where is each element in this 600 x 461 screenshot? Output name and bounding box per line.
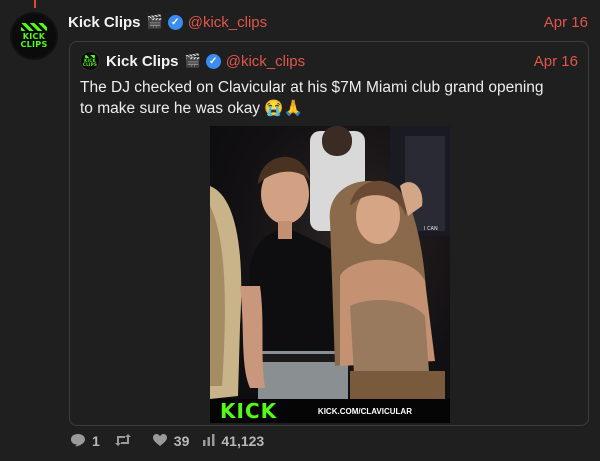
post-header: Kick Clips 🎬 ✓ @kick_clips Apr 16 [68,12,588,32]
quoted-author-handle[interactable]: @kick_clips [226,53,305,70]
like-button[interactable]: 39 [152,433,190,450]
quoted-header: KICK CLIPS Kick Clips 🎬 ✓ @kick_clips Ap… [80,51,578,71]
post-date[interactable]: Apr 16 [544,14,588,31]
reply-count: 1 [92,433,100,449]
repost-icon [114,433,132,450]
clapper-board-icon: 🎬 [184,53,201,68]
bar-chart-icon [203,433,215,449]
video-watermark-bar: KICK KICK.COM/CLAVICULAR [210,399,450,423]
clapper-board-icon: 🎬 [146,14,163,29]
avatar-logo-text: KICK CLIPS [20,32,48,49]
video-scene: I CAN [210,126,450,399]
quoted-date[interactable]: Apr 16 [534,53,578,70]
avatar-logo-text: KICK CLIPS [82,58,98,67]
verified-icon: ✓ [167,14,183,30]
video-thumbnail[interactable]: I CAN KICK KICK.COM/CLAVICULAR [210,126,450,423]
author-name[interactable]: Kick Clips [68,14,141,31]
reply-button[interactable]: 1 [70,433,100,450]
kick-url: KICK.COM/CLAVICULAR [317,406,412,416]
thread-line [34,0,36,8]
avatar[interactable]: KICK CLIPS [10,12,58,60]
quoted-avatar[interactable]: KICK CLIPS [80,51,100,71]
background-sign: I CAN [424,226,438,232]
post-container: KICK CLIPS Kick Clips 🎬 ✓ @kick_clips Ap… [0,0,600,461]
clapper-icon [20,23,48,31]
repost-button[interactable] [114,433,138,450]
like-count: 39 [173,433,190,449]
action-bar: 1 39 41,123 [70,432,278,450]
verified-icon: ✓ [205,53,221,69]
quoted-post[interactable]: KICK CLIPS Kick Clips 🎬 ✓ @kick_clips Ap… [69,41,589,426]
reply-icon [70,433,86,450]
kick-logo: KICK [220,399,278,423]
views-button[interactable]: 41,123 [203,433,264,449]
heart-icon [152,433,168,450]
author-handle[interactable]: @kick_clips [188,14,267,31]
quoted-text: The DJ checked on Clavicular at his $7M … [80,79,544,117]
quoted-author-name[interactable]: Kick Clips [106,53,179,70]
view-count: 41,123 [221,433,265,449]
